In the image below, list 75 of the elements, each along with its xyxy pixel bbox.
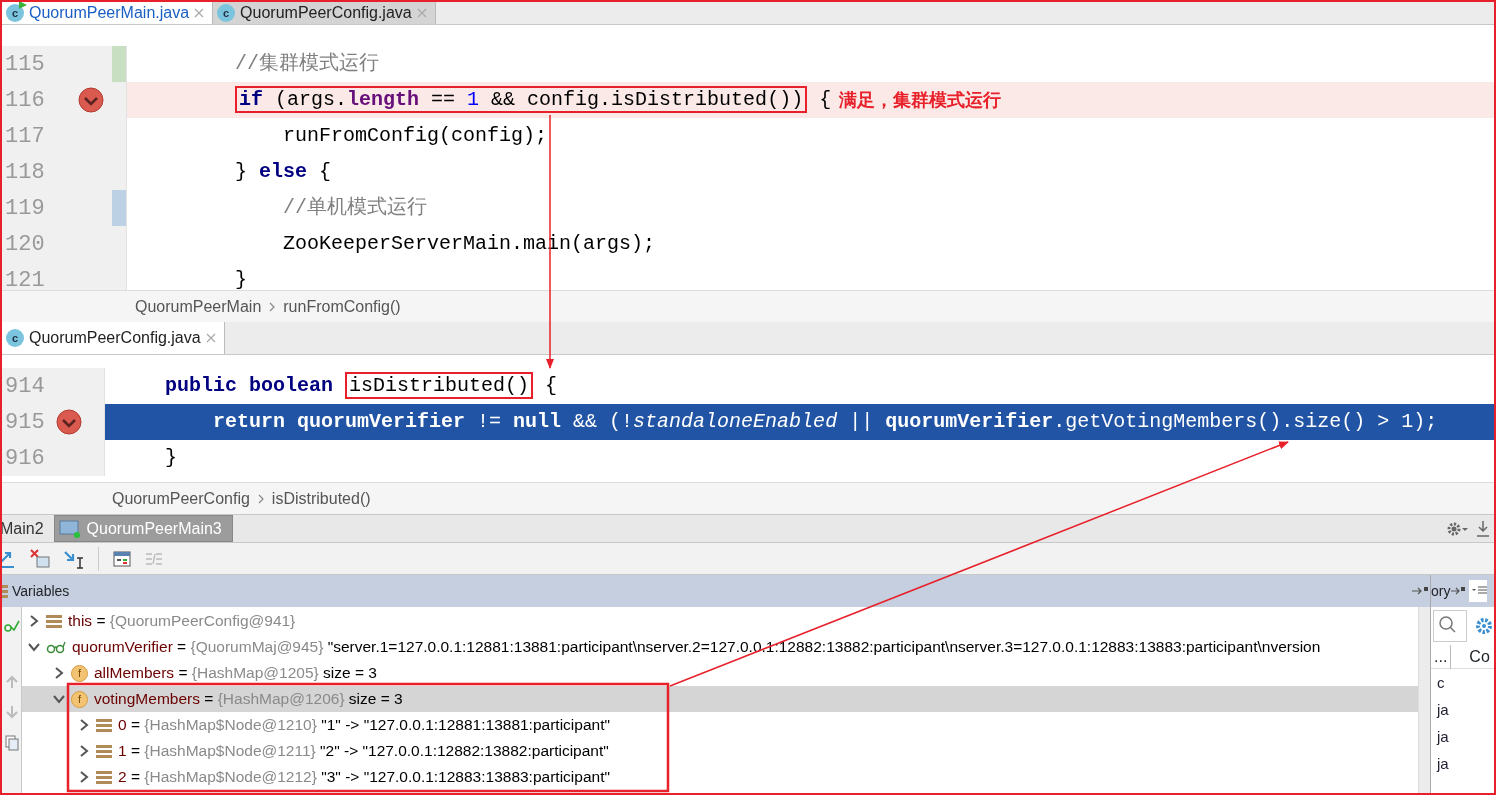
search-icon[interactable]: [1433, 610, 1467, 642]
line-number: 116: [4, 86, 45, 115]
field-icon: f: [71, 664, 88, 682]
chevron-right-icon[interactable]: [53, 667, 65, 679]
code-line: //单机模式运行: [283, 195, 427, 221]
code-line: }: [235, 267, 247, 290]
chevron-right-icon[interactable]: [78, 719, 90, 731]
code-line: }: [165, 445, 177, 471]
line-number: 119: [4, 194, 45, 223]
variable-row[interactable]: 2 = {HashMap$Node@1212} "3" -> "127.0.0.1:12883:13883:participant": [22, 764, 1418, 790]
panel-title: Variables: [12, 581, 70, 601]
copy-icon[interactable]: [4, 735, 19, 751]
line-number: 914: [4, 372, 45, 401]
chevron-down-icon[interactable]: [53, 693, 65, 705]
code-line: return quorumVerifier != null && (!standaloneEnabled || quorumVerifier.getVotingMembers().size() > 1);: [213, 409, 1438, 435]
list-item[interactable]: ja: [1431, 696, 1494, 723]
list-icon: [96, 770, 112, 784]
breadcrumb-link[interactable]: isDistributed(): [271, 486, 371, 511]
pin-icon[interactable]: [1451, 586, 1466, 596]
chevron-right-icon: [269, 301, 276, 312]
code-line: runFromConfig(config);: [283, 123, 548, 149]
glasses-icon: [46, 640, 66, 654]
list-item[interactable]: c: [1431, 669, 1494, 696]
column-header[interactable]: ...: [1431, 644, 1452, 669]
variable-row[interactable]: this = {QuorumPeerConfig@941}: [22, 608, 1418, 634]
list-item[interactable]: ja: [1431, 723, 1494, 750]
chevron-right-icon[interactable]: [78, 771, 90, 783]
column-header[interactable]: Co: [1451, 644, 1490, 669]
monitor-icon: [58, 519, 81, 538]
calculator-icon[interactable]: [113, 550, 131, 567]
code-line: //集群模式运行: [235, 51, 379, 77]
line-number: 121: [4, 266, 45, 290]
line-number: 915: [4, 408, 45, 437]
download-icon[interactable]: [1476, 519, 1490, 538]
code-line: } else {: [235, 159, 332, 185]
list-icon: [46, 614, 62, 628]
session-tab[interactable]: Main2: [2, 515, 54, 542]
class-icon: c: [6, 329, 24, 347]
line-number: 916: [4, 444, 45, 473]
class-icon: c: [6, 4, 24, 22]
chevron-down-icon[interactable]: [28, 641, 40, 653]
editor-tab[interactable]: c QuorumPeerMain.java: [2, 2, 214, 24]
annotation-text: 满足，集群模式运行: [839, 88, 1002, 112]
breadcrumb-link[interactable]: runFromConfig(): [283, 294, 401, 319]
line-number: 117: [4, 122, 45, 151]
variable-row[interactable]: 1 = {HashMap$Node@1211} "2" -> "127.0.0.1:12882:13882:participant": [22, 738, 1418, 764]
remove-icon[interactable]: [30, 548, 50, 569]
variable-row[interactable]: f votingMembers = {HashMap@1206} size = 3: [22, 686, 1418, 712]
field-icon: f: [71, 690, 88, 708]
breakpoint-icon[interactable]: [78, 87, 104, 113]
code-line: if (args.length == 1 && config.isDistributed()) {: [235, 85, 832, 115]
class-icon: c: [217, 4, 236, 22]
variable-row[interactable]: 0 = {HashMap$Node@1210} "1" -> "127.0.0.1:12881:13881:participant": [22, 712, 1418, 738]
panel-title: ory: [1431, 581, 1451, 601]
pin-icon[interactable]: [1412, 586, 1428, 596]
chevron-right-icon: [257, 493, 264, 504]
breakpoint-icon[interactable]: [56, 409, 82, 435]
list-icon: [96, 718, 112, 732]
settings-icon[interactable]: [1446, 520, 1468, 537]
line-number: 118: [4, 158, 45, 187]
list-icon: [96, 744, 112, 758]
scrollbar[interactable]: [1418, 607, 1430, 793]
editor-tab[interactable]: c QuorumPeerConfig.java: [213, 2, 436, 24]
chevron-right-icon[interactable]: [28, 615, 40, 627]
variable-row[interactable]: f allMembers = {HashMap@1205} size = 3: [22, 660, 1418, 686]
settings-icon[interactable]: [1475, 617, 1493, 635]
chevron-right-icon[interactable]: [78, 745, 90, 757]
breadcrumb-link[interactable]: QuorumPeerMain: [135, 294, 262, 319]
line-number: 120: [4, 230, 45, 259]
cursor-icon[interactable]: [64, 548, 84, 569]
editor-tab[interactable]: c QuorumPeerConfig.java: [2, 322, 225, 354]
list-item[interactable]: ja: [1431, 750, 1494, 777]
breadcrumb-link[interactable]: QuorumPeerConfig: [112, 486, 250, 511]
line-number: 115: [4, 50, 45, 79]
code-line: public boolean isDistributed() {: [165, 371, 558, 401]
